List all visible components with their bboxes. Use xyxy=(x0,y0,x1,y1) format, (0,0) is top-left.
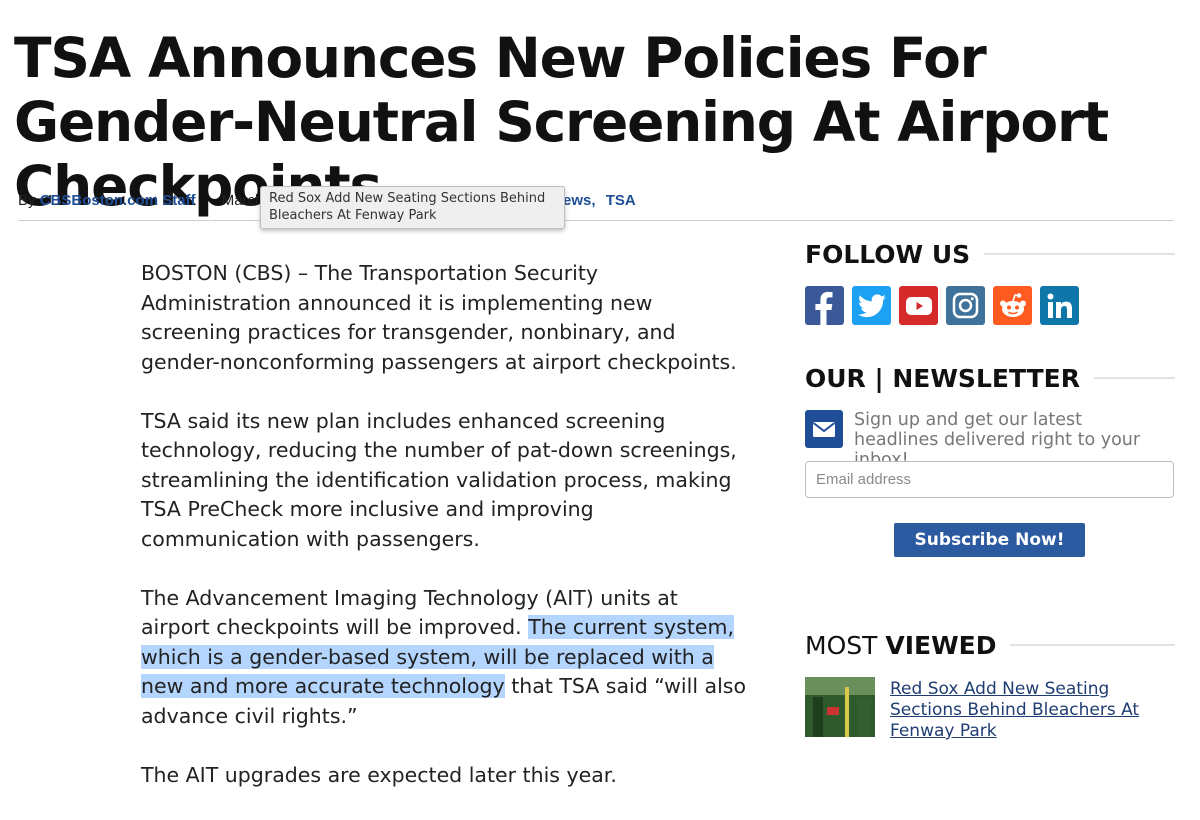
follow-us-heading: FOLLOW US xyxy=(805,237,1175,271)
article-body: BOSTON (CBS) – The Transportation Securi… xyxy=(141,259,751,820)
author-link[interactable]: CBSBoston.com Staff xyxy=(40,192,196,209)
byline-by-label: By xyxy=(18,192,36,209)
twitter-icon[interactable] xyxy=(852,286,891,325)
byline-divider xyxy=(18,220,1174,221)
most-viewed-item[interactable]: Red Sox Add New Seating Sections Behind … xyxy=(805,677,1185,741)
link-tooltip: Red Sox Add New Seating Sections Behind … xyxy=(260,186,565,229)
most-viewed-heading: MOST VIEWED xyxy=(805,628,1175,662)
tag-list: ews, TSA xyxy=(563,192,642,209)
article-paragraph: BOSTON (CBS) – The Transportation Securi… xyxy=(141,261,737,374)
linkedin-icon[interactable] xyxy=(1040,286,1079,325)
article-paragraph: TSA said its new plan includes enhanced … xyxy=(141,408,737,551)
instagram-icon[interactable] xyxy=(946,286,985,325)
heading-divider xyxy=(984,253,1175,255)
youtube-icon[interactable] xyxy=(899,286,938,325)
email-input[interactable] xyxy=(805,461,1174,498)
facebook-icon[interactable] xyxy=(805,286,844,325)
article-paragraph: The Advancement Imaging Technology (AIT)… xyxy=(141,584,751,732)
byline: By CBSBoston.com Staff March 31 ews, TSA xyxy=(18,192,636,209)
article-paragraph: The AIT upgrades are expected later this… xyxy=(141,762,617,787)
reddit-icon[interactable] xyxy=(993,286,1032,325)
envelope-icon xyxy=(805,410,843,448)
most-viewed-link[interactable]: Red Sox Add New Seating Sections Behind … xyxy=(890,679,1170,742)
heading-divider xyxy=(1093,377,1175,379)
subscribe-button[interactable]: Subscribe Now! xyxy=(894,523,1085,557)
most-viewed-title-viewed: VIEWED xyxy=(885,630,997,660)
heading-divider xyxy=(1010,644,1175,646)
newsletter-heading: OUR | NEWSLETTER xyxy=(805,361,1175,395)
tag-link-news[interactable]: ews, xyxy=(563,192,596,209)
most-viewed-title-most: MOST xyxy=(805,630,886,660)
tag-link-tsa[interactable]: TSA xyxy=(606,192,636,209)
newsletter-title-separator: | xyxy=(865,363,893,393)
article-thumbnail[interactable] xyxy=(805,677,875,737)
article-headline: TSA Announces New Policies For Gender-Ne… xyxy=(14,26,1109,218)
newsletter-title-our: OUR xyxy=(805,363,866,393)
newsletter-title: NEWSLETTER xyxy=(892,363,1080,393)
social-links xyxy=(805,286,1079,325)
follow-us-title: FOLLOW US xyxy=(805,239,971,269)
